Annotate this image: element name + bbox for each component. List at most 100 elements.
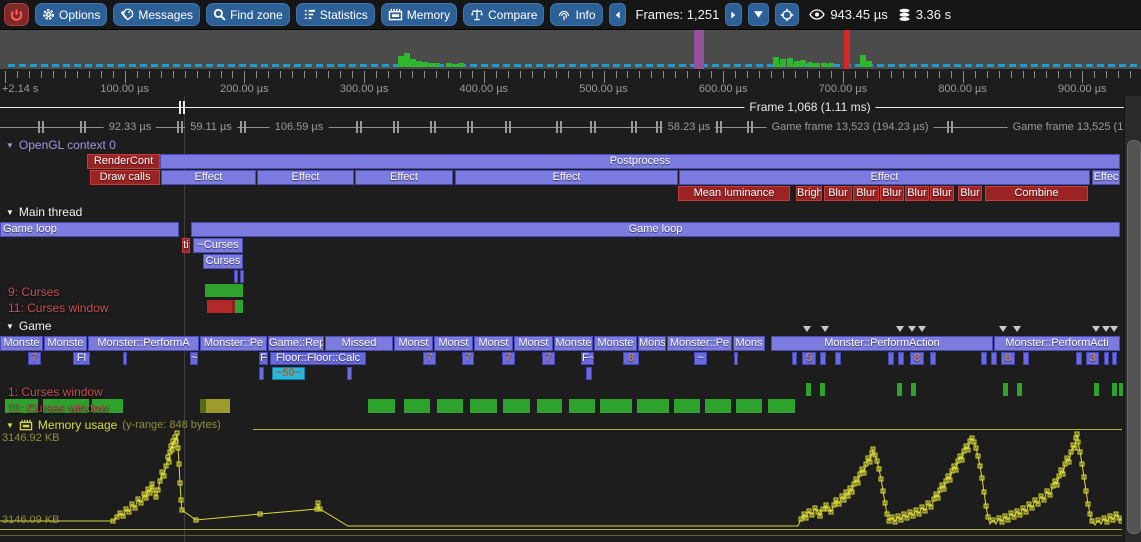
lock-activity-bar[interactable] <box>1017 383 1022 396</box>
lock-activity-bar[interactable] <box>537 399 562 413</box>
lock-activity-bar[interactable] <box>1112 383 1117 396</box>
zone[interactable]: Monst <box>514 336 553 351</box>
zone[interactable]: Game loop <box>191 222 1120 237</box>
zone[interactable]: Draw calls <box>90 170 160 185</box>
lock-activity-bar[interactable] <box>1003 383 1008 396</box>
lock-label[interactable]: 1: Curses window <box>8 385 103 399</box>
zone[interactable]: ~50~ <box>272 367 305 380</box>
zone[interactable]: ~ <box>694 352 707 365</box>
zone[interactable] <box>792 352 797 365</box>
zone[interactable]: Effect <box>355 170 453 185</box>
zone[interactable]: Combine <box>985 186 1088 201</box>
zone[interactable]: Monst <box>394 336 433 351</box>
zone[interactable]: 7 <box>462 352 474 365</box>
zone[interactable]: Effect <box>257 170 354 185</box>
zone[interactable] <box>1104 352 1109 365</box>
zone[interactable]: 7 <box>28 352 41 365</box>
zone[interactable]: Game::Replay <box>268 336 324 351</box>
lock-activity-bar[interactable] <box>404 399 430 413</box>
zone[interactable]: Blur <box>958 186 982 201</box>
message-marker-icon[interactable] <box>821 326 829 332</box>
zone[interactable]: Monster::PerformA <box>88 336 199 351</box>
lock-activity-bar[interactable] <box>470 399 497 413</box>
thread-header-game[interactable]: ▼Game <box>6 319 52 333</box>
zone[interactable]: Blur <box>930 186 954 201</box>
message-marker-icon[interactable] <box>803 326 811 332</box>
zone[interactable]: Blur <box>880 186 904 201</box>
zone[interactable]: Effect <box>679 170 1090 185</box>
zone[interactable] <box>930 352 936 365</box>
lock-activity-bar[interactable] <box>207 300 232 313</box>
lock-activity-bar[interactable] <box>1094 383 1099 396</box>
zone[interactable]: Curses <box>203 254 243 269</box>
zone[interactable] <box>123 352 127 365</box>
zone[interactable]: Monster::PerformAction <box>771 336 993 351</box>
message-marker-icon[interactable] <box>1092 326 1100 332</box>
lock-activity-bar[interactable] <box>736 399 762 413</box>
message-marker-icon[interactable] <box>1102 326 1110 332</box>
zone[interactable]: 7 <box>502 352 515 365</box>
zone[interactable]: Monst <box>474 336 513 351</box>
message-marker-icon[interactable] <box>908 326 916 332</box>
zone[interactable]: Brigh <box>796 186 822 201</box>
zone[interactable]: ti <box>182 238 190 253</box>
lock-activity-bar[interactable] <box>674 399 700 413</box>
zone[interactable]: 8 <box>623 352 639 365</box>
zone[interactable] <box>1112 352 1117 365</box>
game-frame-label[interactable]: Game frame 13,525 (1 <box>1008 120 1129 134</box>
zone[interactable]: 7 <box>423 352 436 365</box>
zone[interactable]: ~Curses <box>193 238 243 253</box>
lock-activity-bar[interactable] <box>637 399 669 413</box>
zone[interactable]: F~ <box>581 352 594 365</box>
zone[interactable]: Effect <box>455 170 678 185</box>
zone[interactable] <box>1076 352 1082 365</box>
zone[interactable]: Mons <box>733 336 765 351</box>
zone[interactable]: Floor::Floor::Calc <box>270 352 366 365</box>
frame-label[interactable]: Frame 1,068 (1.11 ms) <box>744 100 875 115</box>
zone[interactable] <box>1023 352 1029 365</box>
lock-label[interactable]: 11: Curses window <box>8 401 109 415</box>
lock-activity-bar[interactable] <box>1119 383 1123 396</box>
zone[interactable]: Blur <box>905 186 929 201</box>
zone[interactable]: ~ <box>190 352 198 365</box>
lock-activity-bar[interactable] <box>705 399 731 413</box>
zone[interactable]: F <box>259 352 268 365</box>
message-marker-icon[interactable] <box>999 326 1007 332</box>
zone[interactable]: Effec <box>1092 170 1120 185</box>
game-frame-label[interactable]: 59.11 µs <box>185 120 237 134</box>
zone[interactable]: Blur <box>824 186 852 201</box>
zone[interactable]: Postprocess <box>160 154 1120 169</box>
lock-activity-bar[interactable] <box>368 399 395 413</box>
lock-label[interactable]: 9: Curses <box>8 285 59 299</box>
lock-activity-bar[interactable] <box>911 383 916 396</box>
zone[interactable]: Mons <box>638 336 666 351</box>
zone[interactable]: Monste <box>44 336 87 351</box>
zone[interactable]: Monster::Pe <box>200 336 267 351</box>
lock-activity-bar[interactable] <box>820 383 825 396</box>
thread-header-opengl-context-0[interactable]: ▼OpenGL context 0 <box>6 138 116 152</box>
zone[interactable]: 3 <box>1086 352 1099 365</box>
zone[interactable]: Monste <box>0 336 43 351</box>
lock-activity-bar[interactable] <box>206 399 230 413</box>
lock-activity-bar[interactable] <box>768 399 795 413</box>
lock-activity-bar[interactable] <box>437 399 463 413</box>
vertical-scrollbar[interactable] <box>1124 96 1141 542</box>
message-marker-icon[interactable] <box>896 326 904 332</box>
zone[interactable]: RenderCont <box>87 154 160 169</box>
zone[interactable]: 8 <box>1001 352 1015 365</box>
lock-activity-bar[interactable] <box>897 383 902 396</box>
message-marker-icon[interactable] <box>1013 326 1021 332</box>
zone[interactable]: Monste <box>594 336 637 351</box>
zone[interactable] <box>734 352 738 365</box>
zone[interactable]: Game loop <box>0 222 179 237</box>
zone[interactable] <box>234 270 238 283</box>
thread-header-main-thread[interactable]: ▼Main thread <box>6 205 82 219</box>
lock-activity-bar[interactable] <box>600 399 632 413</box>
game-frame-label[interactable]: Game frame 13,523 (194.23 µs) <box>767 120 934 134</box>
lock-activity-bar[interactable] <box>569 399 595 413</box>
lock-activity-bar[interactable] <box>806 383 811 396</box>
lock-activity-bar[interactable] <box>235 300 243 313</box>
message-marker-icon[interactable] <box>1110 326 1118 332</box>
message-marker-icon[interactable] <box>918 326 926 332</box>
game-frame-label[interactable]: 92.33 µs <box>104 120 156 134</box>
